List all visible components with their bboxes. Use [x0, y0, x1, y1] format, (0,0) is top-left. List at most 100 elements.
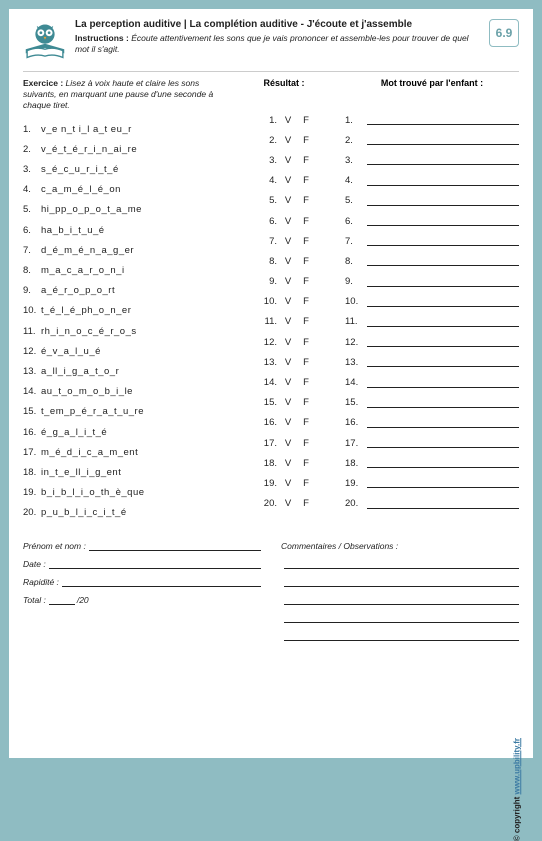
result-item: 12. VF [229, 332, 339, 352]
result-item: 2.VF [229, 130, 339, 150]
found-item[interactable]: 4. [345, 171, 519, 191]
result-f[interactable]: F [299, 316, 313, 327]
found-item[interactable]: 1. [345, 110, 519, 130]
result-f[interactable]: F [299, 478, 313, 489]
comments-line[interactable] [281, 623, 519, 641]
answer-line [367, 115, 519, 125]
result-f[interactable]: F [299, 115, 313, 126]
result-item: 19.VF [229, 473, 339, 493]
speed-line [62, 577, 261, 587]
result-f[interactable]: F [299, 498, 313, 509]
comments-line[interactable] [281, 587, 519, 605]
result-f[interactable]: F [299, 195, 313, 206]
result-v[interactable]: V [281, 155, 295, 166]
found-item[interactable]: 15. [345, 393, 519, 413]
found-item[interactable]: 6. [345, 211, 519, 231]
found-item[interactable]: 2. [345, 130, 519, 150]
found-item[interactable]: 12. [345, 332, 519, 352]
found-item[interactable]: 14. [345, 372, 519, 392]
result-item: 1.VF [229, 110, 339, 130]
result-item: 16.VF [229, 413, 339, 433]
result-v[interactable]: V [281, 478, 295, 489]
found-item[interactable]: 5. [345, 191, 519, 211]
result-v[interactable]: V [281, 135, 295, 146]
result-f[interactable]: F [299, 276, 313, 287]
result-f[interactable]: F [299, 135, 313, 146]
exercise-item: 14.au_t_o_m_o_b_i_le [23, 382, 223, 402]
comments-line[interactable] [281, 605, 519, 623]
found-item[interactable]: 13. [345, 352, 519, 372]
result-v[interactable]: V [281, 276, 295, 287]
comments-line[interactable] [281, 569, 519, 587]
found-item[interactable]: 10. [345, 292, 519, 312]
found-item[interactable]: 9. [345, 272, 519, 292]
item-number: 7. [345, 236, 365, 247]
copyright-prefix: © copyright [512, 794, 521, 841]
speed-field[interactable]: Rapidité : [23, 569, 261, 587]
result-v[interactable]: V [281, 438, 295, 449]
result-v[interactable]: V [281, 458, 295, 469]
found-item[interactable]: 17. [345, 433, 519, 453]
found-item[interactable]: 11. [345, 312, 519, 332]
result-f[interactable]: F [299, 417, 313, 428]
item-number: 20. [345, 498, 365, 509]
result-v[interactable]: V [281, 175, 295, 186]
exercise-item: 9.a_é_r_o_p_o_rt [23, 281, 223, 301]
item-word: é_g_a_l_i_t_é [41, 427, 107, 438]
found-item[interactable]: 7. [345, 231, 519, 251]
result-f[interactable]: F [299, 236, 313, 247]
item-word: c_a_m_é_l_é_on [41, 184, 121, 195]
item-number: 19. [23, 487, 41, 498]
date-line [49, 559, 261, 569]
result-v[interactable]: V [281, 236, 295, 247]
result-v[interactable]: V [281, 256, 295, 267]
result-f[interactable]: F [299, 357, 313, 368]
answer-line [367, 337, 519, 347]
result-v[interactable]: V [281, 216, 295, 227]
result-f[interactable]: F [299, 256, 313, 267]
found-item[interactable]: 3. [345, 150, 519, 170]
result-v[interactable]: V [281, 377, 295, 388]
found-item[interactable]: 8. [345, 251, 519, 271]
item-number: 5. [23, 204, 41, 215]
found-item[interactable]: 20. [345, 494, 519, 514]
name-field[interactable]: Prénom et nom : [23, 533, 261, 551]
item-number: 9. [345, 276, 365, 287]
result-v[interactable]: V [281, 337, 295, 348]
result-f[interactable]: F [299, 155, 313, 166]
found-item[interactable]: 16. [345, 413, 519, 433]
result-v[interactable]: V [281, 417, 295, 428]
found-item[interactable]: 19. [345, 473, 519, 493]
item-number: 17. [255, 438, 277, 449]
answer-line [367, 216, 519, 226]
result-v[interactable]: V [281, 397, 295, 408]
footer-left: Prénom et nom : Date : Rapidité : Total … [23, 533, 261, 641]
result-v[interactable]: V [281, 357, 295, 368]
result-f[interactable]: F [299, 337, 313, 348]
result-f[interactable]: F [299, 216, 313, 227]
result-f[interactable]: F [299, 458, 313, 469]
result-v[interactable]: V [281, 296, 295, 307]
total-field[interactable]: Total : /20 [23, 587, 261, 605]
item-number: 3. [23, 164, 41, 175]
result-v[interactable]: V [281, 498, 295, 509]
result-f[interactable]: F [299, 438, 313, 449]
found-item[interactable]: 18. [345, 453, 519, 473]
result-f[interactable]: F [299, 296, 313, 307]
answer-line [367, 478, 519, 488]
result-v[interactable]: V [281, 316, 295, 327]
comments-line[interactable] [281, 551, 519, 569]
date-field[interactable]: Date : [23, 551, 261, 569]
result-f[interactable]: F [299, 377, 313, 388]
copyright-link[interactable]: www.upbility.fr [512, 738, 521, 794]
item-number: 12. [255, 337, 277, 348]
item-number: 6. [23, 225, 41, 236]
speed-label: Rapidité : [23, 577, 59, 587]
result-v[interactable]: V [281, 115, 295, 126]
exercise-item: 11.rh_i_n_o_c_é_r_o_s [23, 321, 223, 341]
result-f[interactable]: F [299, 397, 313, 408]
result-list: 1.VF2.VF3.VF4.VF5.VF6.VF7.VF8.VF9.VF10.V… [229, 110, 339, 514]
item-word: ha_b_i_t_u_é [41, 225, 105, 236]
result-f[interactable]: F [299, 175, 313, 186]
result-v[interactable]: V [281, 195, 295, 206]
